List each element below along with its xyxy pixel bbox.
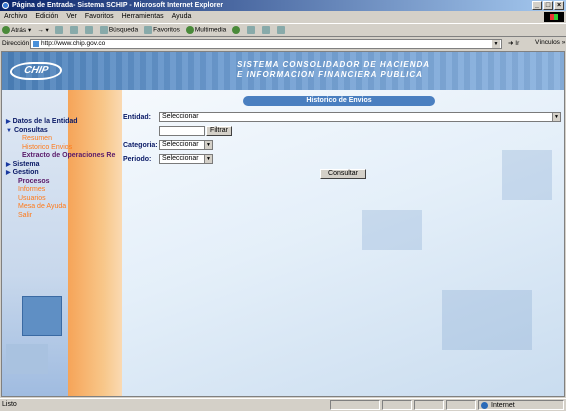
ie-icon xyxy=(2,2,9,9)
entidad-value: Seleccionar xyxy=(162,113,199,120)
sidebar-link-usuarios[interactable]: Usuarios xyxy=(6,195,115,204)
menu-herramientas[interactable]: Herramientas xyxy=(122,11,164,23)
menu-bar: Archivo Edición Ver Favoritos Herramient… xyxy=(0,11,566,23)
search-icon xyxy=(99,26,108,34)
page-icon xyxy=(33,41,39,47)
sidebar-nav: ▶ Datos de la Entidad ▼ Consultas Resumen … xyxy=(6,118,115,220)
chevron-down-icon: ▼ xyxy=(552,113,560,121)
arrow-down-icon: ▼ xyxy=(6,127,12,134)
status-panel xyxy=(446,400,476,410)
sidebar-sub-historico[interactable]: Historico Envios xyxy=(6,144,115,153)
entidad-select[interactable]: Seleccionar ▼ xyxy=(159,112,561,122)
consult-button[interactable]: Consultar xyxy=(320,169,366,179)
status-panel xyxy=(414,400,444,410)
globe-icon xyxy=(481,402,488,409)
filter-button[interactable]: Filtrar xyxy=(206,126,232,136)
categoria-select[interactable]: Seleccionar ▼ xyxy=(159,140,213,150)
sidebar-sub-resumen[interactable]: Resumen xyxy=(6,135,115,144)
minimize-button[interactable]: _ xyxy=(532,1,542,10)
window-titlebar: Página de Entrada- Sistema SCHIP - Micro… xyxy=(0,0,566,11)
address-label: Dirección xyxy=(2,40,30,47)
filter-input[interactable] xyxy=(159,126,205,136)
address-dropdown-icon[interactable]: ▼ xyxy=(492,40,500,48)
sidebar-item-sistema[interactable]: ▶ Sistema xyxy=(6,161,115,170)
menu-edicion[interactable]: Edición xyxy=(35,11,58,23)
close-button[interactable]: × xyxy=(554,1,564,10)
periodo-label: Periodo: xyxy=(123,156,152,163)
stop-icon[interactable] xyxy=(54,26,63,34)
mail-icon[interactable] xyxy=(247,26,256,34)
sidebar-item-gestion[interactable]: ▶ Gestion xyxy=(6,169,115,178)
decorative-glass-block xyxy=(442,290,532,350)
sidebar-link-informes[interactable]: Informes xyxy=(6,186,115,195)
decorative-glass-block xyxy=(362,210,422,250)
forward-button[interactable]: → ▾ xyxy=(37,26,49,34)
sidebar-link-mesa-ayuda[interactable]: Mesa de Ayuda xyxy=(6,203,115,212)
back-arrow-icon xyxy=(2,26,10,35)
window-title: Página de Entrada- Sistema SCHIP - Micro… xyxy=(12,2,224,9)
sidebar-link-procesos[interactable]: Procesos xyxy=(6,178,115,187)
media-button[interactable]: Multimedia xyxy=(185,26,226,34)
decorative-square-light xyxy=(6,344,48,374)
banner-title-line2: E INFORMACION FINANCIERA PUBLICA xyxy=(237,70,423,79)
sidebar-sub-extracto[interactable]: Extracto de Operaciones Re xyxy=(6,152,115,161)
menu-ayuda[interactable]: Ayuda xyxy=(172,11,192,23)
windows-logo-icon xyxy=(544,12,564,22)
site-banner: CHIP SISTEMA CONSOLIDADOR DE HACIENDA E … xyxy=(2,52,564,90)
favorites-button[interactable]: Favoritos xyxy=(144,26,180,34)
security-zone: Internet xyxy=(478,400,564,410)
chevron-down-icon: ▼ xyxy=(204,155,212,163)
status-text: Listo xyxy=(2,401,17,408)
back-button[interactable]: Atrás ▾ xyxy=(2,26,31,35)
main-area xyxy=(122,90,564,396)
entidad-label: Entidad: xyxy=(123,114,151,121)
menu-ver[interactable]: Ver xyxy=(66,11,77,23)
sidebar-item-datos[interactable]: ▶ Datos de la Entidad xyxy=(6,118,115,127)
status-panel xyxy=(330,400,380,410)
form-title: Historico de Envios xyxy=(243,96,435,106)
address-input[interactable]: http://www.chip.gov.co ▼ xyxy=(30,39,502,49)
go-button[interactable]: ➜ Ir xyxy=(508,39,519,47)
print-icon[interactable] xyxy=(262,26,271,34)
refresh-icon[interactable] xyxy=(69,26,78,34)
arrow-right-icon: ▶ xyxy=(6,119,11,125)
sidebar-item-consultas[interactable]: ▼ Consultas xyxy=(6,127,115,136)
decorative-glass-block xyxy=(502,150,552,200)
sidebar-link-salir[interactable]: Salir xyxy=(6,212,115,221)
menu-archivo[interactable]: Archivo xyxy=(4,11,27,23)
history-icon[interactable] xyxy=(232,26,241,34)
window-controls: _ □ × xyxy=(532,1,564,10)
status-bar: Listo Internet xyxy=(0,398,566,411)
arrow-right-icon: ▶ xyxy=(6,170,11,176)
chevron-down-icon: ▼ xyxy=(204,141,212,149)
home-icon[interactable] xyxy=(84,26,93,34)
banner-title-line1: SISTEMA CONSOLIDADOR DE HACIENDA xyxy=(237,60,431,69)
favorites-icon xyxy=(144,26,153,34)
toolbar: Atrás ▾ → ▾ Búsqueda Favoritos Multimedi… xyxy=(0,23,566,37)
browser-content: CHIP SISTEMA CONSOLIDADOR DE HACIENDA E … xyxy=(1,51,565,397)
decorative-square xyxy=(22,296,62,336)
media-icon xyxy=(185,26,194,34)
arrow-right-icon: ▶ xyxy=(6,161,11,168)
maximize-button[interactable]: □ xyxy=(543,1,553,10)
search-button[interactable]: Búsqueda xyxy=(99,26,138,34)
links-button[interactable]: Vínculos » xyxy=(535,39,565,46)
periodo-value: Seleccionar xyxy=(162,155,199,162)
categoria-label: Categoria: xyxy=(123,142,158,149)
periodo-select[interactable]: Seleccionar ▼ xyxy=(159,154,213,164)
address-url: http://www.chip.gov.co xyxy=(41,40,106,47)
status-panel xyxy=(382,400,412,410)
edit-icon[interactable] xyxy=(277,26,286,34)
categoria-value: Seleccionar xyxy=(162,141,199,148)
menu-favoritos[interactable]: Favoritos xyxy=(85,11,114,23)
